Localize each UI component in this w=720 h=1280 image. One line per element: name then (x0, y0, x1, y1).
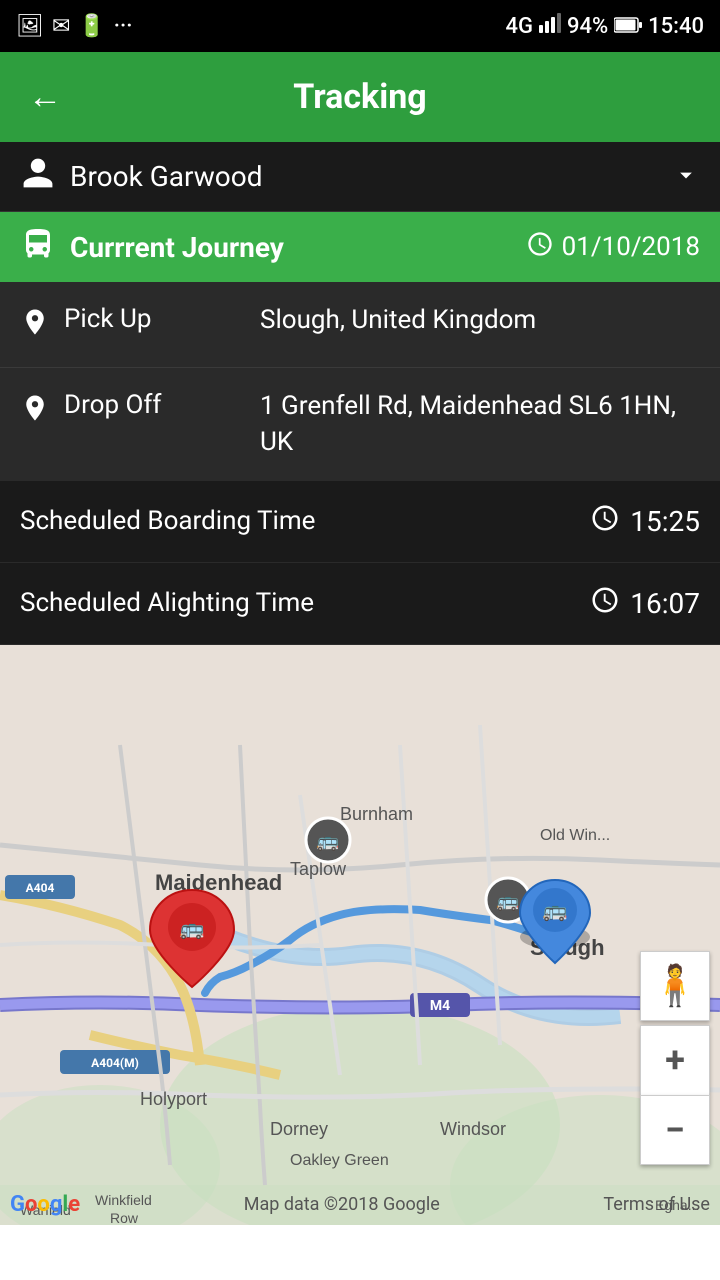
journey-label-group: Currrent Journey (20, 226, 284, 269)
journey-label: Currrent Journey (70, 231, 284, 264)
boarding-label: Scheduled Boarding Time (20, 506, 315, 536)
svg-text:Holyport: Holyport (140, 1089, 207, 1109)
google-g2: g (50, 1192, 63, 1217)
pickup-label-group: Pick Up (20, 302, 260, 347)
dropoff-value: 1 Grenfell Rd, Maidenhead SL6 1HN, UK (260, 388, 700, 461)
dropoff-pin-icon (20, 390, 50, 433)
map-controls: 🧍 + − (640, 951, 710, 1165)
boarding-time: 15:25 (630, 505, 700, 538)
person-icon: 🧍 (650, 962, 700, 1009)
clock-icon (526, 230, 554, 265)
svg-text:🚌: 🚌 (543, 898, 568, 922)
header-title: Tracking (293, 77, 426, 117)
svg-text:🚌: 🚌 (317, 831, 339, 852)
alighting-time-row: Scheduled Alighting Time 16:07 (0, 563, 720, 645)
google-g: G (10, 1192, 25, 1217)
time-display: 15:40 (648, 14, 704, 39)
status-bar: 🖼 ✉ 🔋 ··· 4G 94% 15:40 (0, 0, 720, 52)
boarding-time-group: 15:25 (590, 503, 700, 540)
chevron-down-icon (672, 161, 700, 193)
signal-icon (539, 13, 561, 39)
user-name: Brook Garwood (70, 160, 263, 193)
svg-text:A404: A404 (26, 881, 55, 895)
svg-text:Taplow: Taplow (290, 859, 347, 879)
street-view-button[interactable]: 🧍 (640, 951, 710, 1021)
network-type: 4G (505, 14, 533, 39)
svg-text:M4: M4 (430, 998, 450, 1014)
zoom-out-button[interactable]: − (640, 1095, 710, 1165)
map-data-text: Map data ©2018 Google (244, 1194, 440, 1215)
email-icon: ✉ (52, 14, 70, 39)
alighting-time: 16:07 (630, 587, 700, 620)
terms-of-use-link[interactable]: Terms of Use (603, 1194, 710, 1215)
svg-text:Oakley Green: Oakley Green (290, 1152, 389, 1169)
back-button[interactable]: ← (20, 69, 70, 125)
svg-text:A404(M): A404(M) (91, 1056, 139, 1070)
svg-text:Windsor: Windsor (440, 1119, 506, 1139)
alighting-time-group: 16:07 (590, 585, 700, 622)
journey-date-group: 01/10/2018 (526, 230, 700, 265)
journey-date: 01/10/2018 (562, 232, 700, 262)
user-icon (20, 155, 56, 198)
pickup-pin-icon (20, 304, 50, 347)
more-icon: ··· (114, 14, 133, 39)
user-info: Brook Garwood (20, 155, 263, 198)
battery-icon (614, 14, 642, 39)
google-o2: o (37, 1192, 49, 1217)
svg-text:Maidenhead: Maidenhead (155, 870, 282, 895)
pickup-value: Slough, United Kingdom (260, 302, 700, 338)
alighting-clock-icon (590, 585, 620, 622)
app-header: ← Tracking (0, 52, 720, 142)
dropoff-label-group: Drop Off (20, 388, 260, 433)
journey-header: Currrent Journey 01/10/2018 (0, 212, 720, 282)
image-icon: 🖼 (16, 14, 44, 39)
alighting-label: Scheduled Alighting Time (20, 588, 314, 618)
map-footer: Google Map data ©2018 Google Terms of Us… (10, 1192, 710, 1217)
google-e: e (68, 1192, 80, 1217)
user-selector[interactable]: Brook Garwood (0, 142, 720, 212)
journey-details: Pick Up Slough, United Kingdom Drop Off … (0, 282, 720, 481)
dropoff-label: Drop Off (64, 390, 161, 420)
status-right: 4G 94% 15:40 (505, 13, 704, 39)
svg-text:Old Win...: Old Win... (540, 827, 610, 844)
google-o1: o (25, 1192, 37, 1217)
timing-section: Scheduled Boarding Time 15:25 Scheduled … (0, 481, 720, 645)
battery-low-icon: 🔋 (78, 14, 105, 39)
boarding-clock-icon (590, 503, 620, 540)
pickup-label: Pick Up (64, 304, 151, 334)
svg-text:🚌: 🚌 (497, 891, 519, 912)
status-left: 🖼 ✉ 🔋 ··· (16, 14, 132, 39)
svg-text:Dorney: Dorney (270, 1119, 328, 1139)
svg-text:Burnham: Burnham (340, 804, 413, 824)
dropoff-row: Drop Off 1 Grenfell Rd, Maidenhead SL6 1… (0, 368, 720, 481)
boarding-time-row: Scheduled Boarding Time 15:25 (0, 481, 720, 563)
map-container[interactable]: M4 A404 A404(M) Maidenhead Slough Taplow… (0, 645, 720, 1225)
pickup-row: Pick Up Slough, United Kingdom (0, 282, 720, 368)
google-logo: Google (10, 1192, 80, 1217)
battery-status: 94% (567, 14, 608, 39)
bus-icon (20, 226, 56, 269)
zoom-in-button[interactable]: + (640, 1025, 710, 1095)
svg-text:🚌: 🚌 (180, 916, 205, 940)
